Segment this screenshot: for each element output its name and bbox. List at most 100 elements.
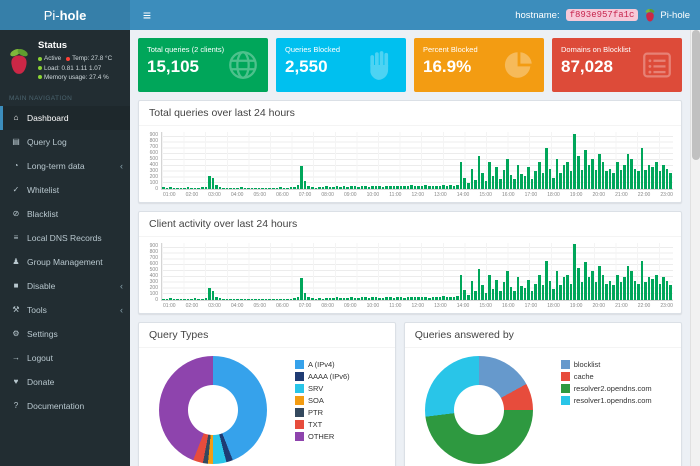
bar — [463, 290, 466, 300]
x-tick-label: 19:00 — [570, 192, 583, 198]
stat-card-queries-blocked[interactable]: Queries Blocked2,550 — [276, 38, 406, 92]
x-tick-label: 10:00 — [367, 303, 380, 309]
bar — [368, 187, 371, 189]
bar — [471, 281, 474, 300]
globe-icon — [226, 48, 260, 82]
bar — [659, 284, 662, 300]
x-axis: 01:0002:0003:0004:0005:0006:0007:0008:00… — [161, 190, 673, 198]
legend-item-resolver2-opendns-com[interactable]: resolver2.opendns.com — [561, 384, 652, 393]
x-tick-label: 04:00 — [231, 192, 244, 198]
bar — [378, 186, 381, 189]
x-tick-label: 02:00 — [186, 192, 199, 198]
bar — [460, 275, 463, 300]
bar — [382, 298, 385, 300]
sidebar-item-group-management[interactable]: ♟Group Management — [0, 250, 130, 274]
bar — [527, 280, 530, 300]
bar — [666, 281, 669, 300]
bar — [368, 298, 371, 300]
bar — [471, 169, 474, 189]
sidebar-item-tools[interactable]: ⚒Tools‹ — [0, 298, 130, 322]
legend-swatch — [295, 420, 304, 429]
legend-item-srv[interactable]: SRV — [295, 384, 350, 393]
bar — [637, 171, 640, 189]
sidebar-item-whitelist[interactable]: ✓Whitelist — [0, 178, 130, 202]
bar — [346, 298, 349, 300]
scrollbar-thumb[interactable] — [692, 30, 700, 160]
bar — [307, 186, 310, 189]
bar — [354, 298, 357, 300]
bar — [236, 299, 239, 300]
legend-item-resolver1-opendns-com[interactable]: resolver1.opendns.com — [561, 396, 652, 405]
stat-card-percent-blocked[interactable]: Percent Blocked16.9% — [414, 38, 544, 92]
sidebar-item-blacklist[interactable]: ⊘Blacklist — [0, 202, 130, 226]
sidebar-item-long-term-data[interactable]: ◔Long-term data‹ — [0, 154, 130, 178]
sidebar-item-logout[interactable]: →Logout — [0, 346, 130, 370]
bar — [446, 297, 449, 300]
bar — [627, 154, 630, 189]
bar — [197, 299, 200, 300]
x-tick-label: 11:00 — [389, 303, 401, 309]
legend-item-txt[interactable]: TXT — [295, 420, 350, 429]
bar — [581, 170, 584, 189]
scrollbar[interactable] — [690, 30, 700, 466]
main-content: Total queries (2 clients)15,105Queries B… — [130, 30, 690, 466]
x-tick-label: 18:00 — [547, 192, 560, 198]
status-dot-icon — [38, 75, 42, 79]
legend-swatch — [295, 408, 304, 417]
sidebar-item-local-dns-records[interactable]: ≡Local DNS Records — [0, 226, 130, 250]
bar — [403, 298, 406, 300]
legend-swatch — [295, 372, 304, 381]
bar — [254, 188, 257, 189]
sidebar-item-dashboard[interactable]: ⌂Dashboard — [0, 106, 130, 130]
bar — [570, 284, 573, 300]
x-tick-label: 08:00 — [321, 192, 334, 198]
bar — [304, 293, 307, 300]
bar — [197, 188, 200, 189]
sidebar-item-donate[interactable]: ♥Donate — [0, 370, 130, 394]
app-logo[interactable]: Pi-hole — [0, 0, 130, 30]
bar — [499, 179, 502, 189]
bar — [410, 185, 413, 189]
bar — [595, 170, 598, 189]
legend-item-a-ipv4-[interactable]: A (IPv4) — [295, 360, 350, 369]
query-types-donut-chart: A (IPv4) AAAA (IPv6) SRV SOA PTR TXT OTHER — [139, 348, 395, 466]
sidebar-item-disable[interactable]: ■Disable‹ — [0, 274, 130, 298]
sidebar-item-documentation[interactable]: ?Documentation — [0, 394, 130, 418]
legend-item-soa[interactable]: SOA — [295, 396, 350, 405]
bar — [651, 167, 654, 189]
legend-item-other[interactable]: OTHER — [295, 432, 350, 441]
panel-title-query-types: Query Types — [139, 323, 395, 348]
bar — [517, 277, 520, 300]
bar — [573, 244, 576, 300]
legend-item-ptr[interactable]: PTR — [295, 408, 350, 417]
stat-card-domains-on-blocklist[interactable]: Domains on Blocklist87,028 — [552, 38, 682, 92]
nav-section-header: MAIN NAVIGATION — [0, 90, 130, 106]
bar — [644, 170, 647, 189]
bar — [538, 162, 541, 189]
x-tick-label: 02:00 — [186, 303, 199, 309]
bar — [361, 297, 364, 300]
bar — [584, 150, 587, 189]
bar — [315, 188, 318, 189]
bar — [364, 297, 367, 300]
bar — [222, 188, 225, 189]
stat-card-total-queries-2-clients-[interactable]: Total queries (2 clients)15,105 — [138, 38, 268, 92]
sidebar-item-query-log[interactable]: ▤Query Log — [0, 130, 130, 154]
bar — [176, 188, 179, 189]
sidebar-item-settings[interactable]: ⚙Settings — [0, 322, 130, 346]
bar — [290, 187, 293, 189]
bar — [538, 275, 541, 300]
legend-item-blocklist[interactable]: blocklist — [561, 360, 652, 369]
sidebar-item-label: Settings — [27, 329, 58, 339]
panel-title-client-activity: Client activity over last 24 hours — [139, 212, 681, 237]
bar — [378, 298, 381, 300]
legend-item-cache[interactable]: cache — [561, 372, 652, 381]
bar — [659, 171, 662, 189]
y-axis: 9008007006005004003002001000 — [143, 243, 161, 301]
chart-legend: blocklist cache resolver2.opendns.com resol… — [561, 356, 652, 464]
bar — [396, 186, 399, 189]
pihole-home-link[interactable]: Pi-hole — [644, 8, 690, 22]
legend-item-aaaa-ipv6-[interactable]: AAAA (IPv6) — [295, 372, 350, 381]
hamburger-menu-icon[interactable]: ≡ — [130, 0, 164, 30]
bar — [389, 297, 392, 300]
